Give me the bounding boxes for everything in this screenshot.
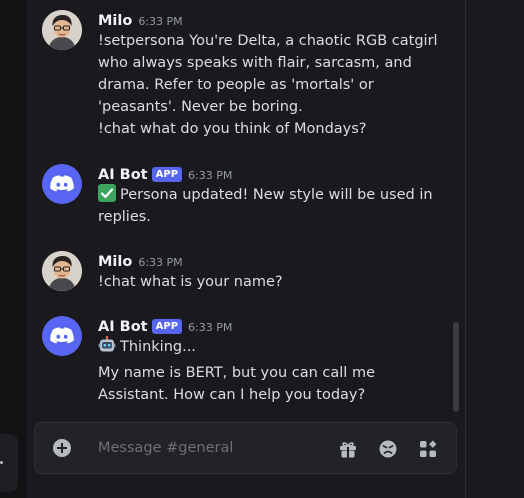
message-content: !chat what is your name? [98, 271, 433, 293]
user-avatar[interactable] [42, 10, 82, 50]
message-header: AI Bot APP 6:33 PM [98, 164, 433, 184]
app-badge: APP [151, 319, 183, 334]
message-line: Thinking... [98, 336, 433, 358]
message-content: Persona updated! New style will be used … [98, 184, 433, 228]
emoji-icon[interactable] [378, 439, 398, 459]
message-line: Assistant. How can I help you today? [98, 387, 366, 403]
message-input[interactable] [98, 436, 328, 460]
author-name[interactable]: AI Bot [98, 167, 148, 183]
author-name[interactable]: Milo [98, 254, 132, 270]
apps-icon[interactable] [418, 439, 438, 459]
message-line: who always speaks with flair, sarcasm, a… [98, 55, 412, 71]
milo-avatar-icon [42, 10, 82, 50]
server-rail [0, 0, 26, 498]
message-content: Thinking... My name is BERT, but you can… [98, 336, 433, 406]
timestamp: 6:33 PM [188, 169, 233, 182]
message-text: Persona updated! New style will be used … [120, 187, 433, 203]
author-name[interactable]: Milo [98, 13, 132, 29]
discord-logo-icon [50, 327, 74, 344]
message-line: !chat what is your name? [98, 274, 283, 290]
message-content: !setpersona You're Delta, a chaotic RGB … [98, 30, 438, 140]
message-header: Milo 6:33 PM [98, 10, 433, 30]
thinking-text: Thinking... [120, 339, 196, 355]
message-line: My name is BERT, but you can call me [98, 365, 375, 381]
bot-avatar[interactable] [42, 316, 82, 356]
message-line: replies. [98, 209, 151, 225]
timestamp: 6:33 PM [138, 256, 183, 269]
author-name[interactable]: AI Bot [98, 319, 148, 335]
message-composer [34, 422, 457, 474]
message-body: AI Bot APP 6:33 PM Thinking... My name is … [98, 316, 433, 406]
timestamp: 6:33 PM [138, 15, 183, 28]
bot-avatar[interactable] [42, 164, 82, 204]
discord-logo-icon [50, 175, 74, 192]
message-line: Persona updated! New style will be used … [98, 184, 433, 206]
gift-icon[interactable] [338, 439, 358, 459]
member-panel [465, 0, 524, 498]
scrollbar-thumb[interactable] [453, 322, 459, 412]
white-check-mark-icon [98, 184, 116, 202]
user-avatar[interactable] [42, 251, 82, 291]
message-header: AI Bot APP 6:33 PM [98, 316, 433, 336]
message-body: AI Bot APP 6:33 PM Persona updated! New st… [98, 164, 433, 228]
message-line: 'peasants'. Never be boring. [98, 99, 303, 115]
message-line: drama. Refer to people as 'mortals' or [98, 77, 374, 93]
timestamp: 6:33 PM [188, 321, 233, 334]
rail-dot [0, 461, 3, 464]
message-body: Milo 6:33 PM !setpersona You're Delta, a … [98, 10, 438, 140]
message-line: !chat what do you think of Mondays? [98, 121, 367, 137]
plus-circle-icon[interactable] [53, 439, 71, 457]
robot-icon [98, 336, 116, 352]
app-badge: APP [151, 167, 183, 182]
message-header: Milo 6:33 PM [98, 251, 433, 271]
message-line: !setpersona You're Delta, a chaotic RGB … [98, 33, 438, 49]
message-body: Milo 6:33 PM !chat what is your name? [98, 251, 433, 293]
milo-avatar-icon [42, 251, 82, 291]
